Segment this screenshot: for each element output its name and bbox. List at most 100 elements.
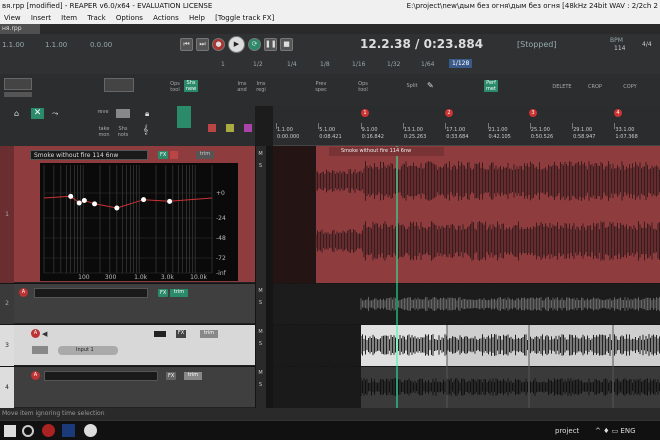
envelope-icon[interactable]: ⤳: [52, 109, 62, 118]
track-number[interactable]: 3: [0, 325, 14, 366]
tray-language[interactable]: ^ ♦ ▭ ENG: [595, 427, 636, 435]
arrange-canvas[interactable]: [273, 146, 660, 408]
grid-1-128[interactable]: 1/128: [449, 59, 473, 68]
photoshop-icon[interactable]: [62, 424, 75, 437]
toolbar-btn-5[interactable]: Prev spec: [313, 81, 329, 93]
clef-icon[interactable]: 𝄞: [143, 125, 154, 136]
color-icon-1[interactable]: [208, 124, 216, 132]
toolbar-btn-1[interactable]: Ops tool: [168, 81, 182, 93]
delete-button[interactable]: DELETE: [549, 84, 575, 90]
track-1-panel[interactable]: Smoke without fire 114 6nw FX trim +0 -24…: [14, 146, 255, 283]
eq-graph[interactable]: +0 -24 -48 -72 -inf 100 300 1.0k 3.0k 10.0k: [40, 163, 238, 281]
menu-toggle-fx[interactable]: [Toggle track FX]: [215, 14, 274, 22]
tcp-tool-take[interactable]: take mon: [96, 126, 112, 138]
arrange-view[interactable]: Smoke without fire 114 6nw: [273, 146, 660, 408]
trim-button[interactable]: trim: [184, 372, 202, 380]
toolbar-btn-2[interactable]: Shs new: [184, 80, 198, 92]
solo-button[interactable]: S: [257, 161, 264, 171]
grid-1-2[interactable]: 1/2: [253, 61, 263, 68]
color-icon-2[interactable]: [226, 124, 234, 132]
reaper-icon[interactable]: [84, 424, 97, 437]
play-button[interactable]: ▶: [228, 36, 245, 53]
ripple-icon[interactable]: ✕: [31, 108, 44, 119]
stop-button[interactable]: ■: [280, 38, 293, 51]
lock-icon[interactable]: 🔒︎: [145, 109, 153, 118]
go-start-button[interactable]: ⏮: [180, 38, 193, 51]
fx-button[interactable]: FX: [158, 289, 169, 297]
opera-icon[interactable]: [42, 424, 55, 437]
menu-help[interactable]: Help: [189, 14, 205, 22]
menu-options[interactable]: Options: [116, 14, 143, 22]
record-arm-button[interactable]: A: [19, 288, 28, 297]
volume-fader[interactable]: [154, 331, 166, 337]
marker-3[interactable]: 3: [529, 109, 537, 117]
marker-2[interactable]: 2: [445, 109, 453, 117]
toolbar-split[interactable]: Split: [405, 83, 419, 89]
tcp-tool-notes[interactable]: Shs nots: [116, 126, 130, 138]
grid-1-16[interactable]: 1/16: [352, 61, 365, 68]
bypass-icon[interactable]: [170, 151, 178, 159]
fx-button[interactable]: FX: [166, 372, 177, 380]
grid-1-64[interactable]: 1/64: [421, 61, 434, 68]
mute-button[interactable]: M: [257, 149, 264, 159]
grid-1-32[interactable]: 1/32: [387, 61, 400, 68]
solo-button[interactable]: S: [257, 380, 264, 390]
mute-button[interactable]: M: [257, 327, 264, 337]
toolbar-icon-b[interactable]: [104, 78, 134, 92]
project-tab[interactable]: ня.rpp: [0, 24, 40, 34]
record-button[interactable]: ●: [212, 38, 225, 51]
menu-actions[interactable]: Actions: [153, 14, 179, 22]
toolbar-btn-4[interactable]: Ims regi: [254, 81, 268, 93]
track-name[interactable]: [34, 288, 148, 298]
solo-button[interactable]: S: [257, 298, 264, 308]
track-name[interactable]: Smoke without fire 114 6nw: [30, 150, 148, 160]
mixer-icon[interactable]: [177, 106, 191, 128]
list-icon[interactable]: [116, 109, 130, 118]
track-3-panel[interactable]: A ◀ FX trim Input 1: [14, 325, 255, 366]
browser-icon[interactable]: [22, 425, 34, 437]
trim-button[interactable]: trim: [196, 151, 214, 159]
menu-item[interactable]: Item: [61, 14, 77, 22]
record-arm-button[interactable]: A: [31, 371, 40, 380]
solo-button[interactable]: S: [257, 339, 264, 349]
toolbar-btn-6[interactable]: Ops tool: [356, 81, 370, 93]
record-arm-button[interactable]: A: [31, 329, 40, 338]
track-number[interactable]: 2: [0, 284, 14, 324]
media-item-label[interactable]: Smoke without fire 114 6nw: [329, 147, 444, 156]
marker-1[interactable]: 1: [361, 109, 369, 117]
grid-1[interactable]: 1: [221, 61, 225, 68]
time-signature[interactable]: 4/4: [642, 41, 652, 48]
pencil-icon[interactable]: ✎: [427, 81, 437, 91]
trim-button[interactable]: trim: [170, 289, 188, 297]
toolbar-btn-3[interactable]: Ims and: [235, 81, 249, 93]
timeline-ruler[interactable]: 1 2 3 4 1.1.00 0:00.000 5.1.00 0:08.421 9.1.…: [273, 106, 660, 146]
track-number[interactable]: 4: [0, 367, 14, 408]
pause-button[interactable]: ❚❚: [264, 38, 277, 51]
track-4-panel[interactable]: A FX trim: [14, 367, 255, 408]
menu-view[interactable]: View: [4, 14, 21, 22]
fx-button[interactable]: FX: [158, 151, 169, 159]
marker-4[interactable]: 4: [614, 109, 622, 117]
eq-display[interactable]: +0 -24 -48 -72 -inf 100 300 1.0k 3.0k 10.0k: [40, 163, 238, 281]
copy-button[interactable]: COPY: [620, 84, 640, 90]
menu-insert[interactable]: Insert: [31, 14, 51, 22]
mute-button[interactable]: M: [257, 286, 264, 296]
grid-1-4[interactable]: 1/4: [287, 61, 297, 68]
fx-button[interactable]: FX: [176, 330, 186, 338]
go-end-button[interactable]: ⏭: [196, 38, 209, 51]
repeat-button[interactable]: ⟳: [248, 38, 261, 51]
trim-button[interactable]: trim: [200, 330, 218, 338]
track-2-panel[interactable]: A FX trim: [14, 284, 255, 324]
toolbar-btn-8[interactable]: Perf met: [484, 80, 498, 92]
menu-track[interactable]: Track: [87, 14, 105, 22]
speaker-icon[interactable]: ◀: [42, 330, 50, 338]
project-folder-label[interactable]: project: [555, 427, 579, 435]
toolbar-icon-a[interactable]: [4, 78, 32, 90]
input-selector[interactable]: Input 1: [58, 346, 118, 355]
mute-button[interactable]: M: [257, 368, 264, 378]
color-icon-3[interactable]: [244, 124, 252, 132]
track-number[interactable]: 1: [0, 146, 14, 283]
bpm-value[interactable]: 114: [614, 45, 625, 52]
windows-start-icon[interactable]: [4, 425, 16, 437]
tcp-tool-reverse[interactable]: reve: [96, 109, 110, 115]
